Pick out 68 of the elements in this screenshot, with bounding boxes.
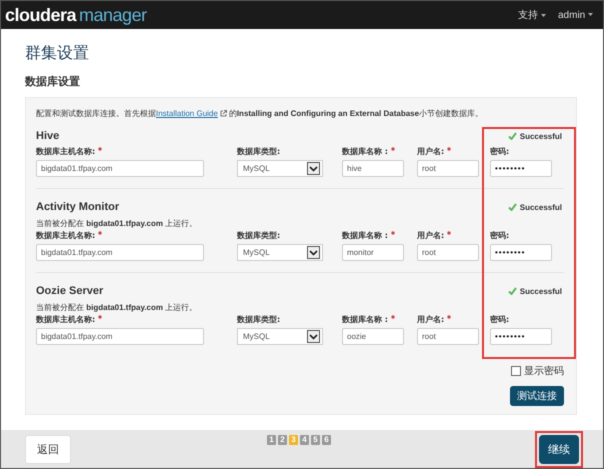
type-dropdown[interactable]: MySQL xyxy=(237,244,323,261)
username-field[interactable]: root xyxy=(417,328,479,345)
field-label: 数据库主机名称: xyxy=(36,230,96,241)
external-link-icon xyxy=(220,110,227,117)
type-dropdown[interactable]: MySQL xyxy=(237,160,323,177)
username-field[interactable]: root xyxy=(417,244,479,261)
password-field[interactable]: •••••••• xyxy=(490,160,552,177)
database-name: Activity Monitor xyxy=(36,201,120,213)
field-label: 数据库类型: xyxy=(237,314,280,325)
caret-icon xyxy=(540,14,546,17)
dropdown-icon xyxy=(307,246,320,259)
username-field[interactable]: root xyxy=(417,160,479,177)
check-icon xyxy=(508,203,517,211)
host-field[interactable]: bigdata01.tfpay.com xyxy=(36,160,204,177)
field-label: 数据库名称 : xyxy=(342,146,388,157)
password-field[interactable]: •••••••• xyxy=(490,244,552,261)
required-icon xyxy=(447,231,452,235)
password-field[interactable]: •••••••• xyxy=(490,328,552,345)
host-field[interactable]: bigdata01.tfpay.com xyxy=(36,328,204,345)
field-label: 数据库类型: xyxy=(237,230,280,241)
required-icon xyxy=(98,231,102,235)
test-connection-button[interactable]: 测试连接 xyxy=(510,386,564,406)
field-label: 用户名: xyxy=(417,230,444,241)
dropdown-icon xyxy=(307,162,320,175)
host-field[interactable]: bigdata01.tfpay.com xyxy=(36,244,204,261)
db-name-field[interactable]: oozie xyxy=(342,328,404,345)
assignment-note: 当前被分配在 bigdata01.tfpay.com 上运行。 xyxy=(36,302,198,313)
page-title: 群集设置 xyxy=(25,43,90,64)
required-icon xyxy=(98,315,102,319)
dropdown-icon xyxy=(307,330,320,343)
field-label: 数据库主机名称: xyxy=(36,314,96,325)
required-icon xyxy=(390,315,395,319)
field-label: 数据库名称 : xyxy=(342,230,388,241)
field-label: 数据库名称 : xyxy=(342,314,388,325)
field-label: 密码: xyxy=(490,146,510,157)
required-icon xyxy=(390,147,395,151)
check-icon xyxy=(508,132,517,140)
assignment-note: 当前被分配在 bigdata01.tfpay.com 上运行。 xyxy=(36,218,198,229)
field-label: 密码: xyxy=(490,314,510,325)
db-name-field[interactable]: hive xyxy=(342,160,404,177)
field-label: 密码: xyxy=(490,230,510,241)
field-label: 用户名: xyxy=(417,314,444,325)
section-title: 数据库设置 xyxy=(25,74,81,89)
nav-menu[interactable]: 支持 xyxy=(518,8,546,22)
field-label: 用户名: xyxy=(417,146,444,157)
required-icon xyxy=(390,231,395,235)
required-icon xyxy=(447,147,452,151)
logo: cloudera manager xyxy=(5,4,147,26)
guide-link[interactable]: Installation Guide xyxy=(156,109,218,118)
type-dropdown[interactable]: MySQL xyxy=(237,328,323,345)
back-button[interactable]: 返回 xyxy=(25,434,71,464)
database-name: Hive xyxy=(36,130,60,142)
database-name: Oozie Server xyxy=(36,285,104,297)
field-label: 数据库主机名称: xyxy=(36,146,96,157)
show-password-checkbox[interactable]: 显示密码 xyxy=(511,364,564,378)
nav-menu[interactable]: admin xyxy=(558,8,593,22)
status-text: Successful xyxy=(520,202,562,212)
status-text: Successful xyxy=(520,286,562,296)
status-text: Successful xyxy=(520,132,562,140)
intro-text: 的Installing and Configuring an External Database小节创建数据库。 xyxy=(228,108,484,119)
caret-icon xyxy=(588,13,593,16)
required-icon xyxy=(98,147,102,151)
field-label: 数据库类型: xyxy=(237,146,280,157)
required-icon xyxy=(447,315,452,319)
continue-button[interactable]: 继续 xyxy=(539,434,579,464)
db-name-field[interactable]: monitor xyxy=(342,244,404,261)
intro-text: 配置和测试数据库连接。首先根据 xyxy=(36,108,156,119)
check-icon xyxy=(508,287,517,295)
